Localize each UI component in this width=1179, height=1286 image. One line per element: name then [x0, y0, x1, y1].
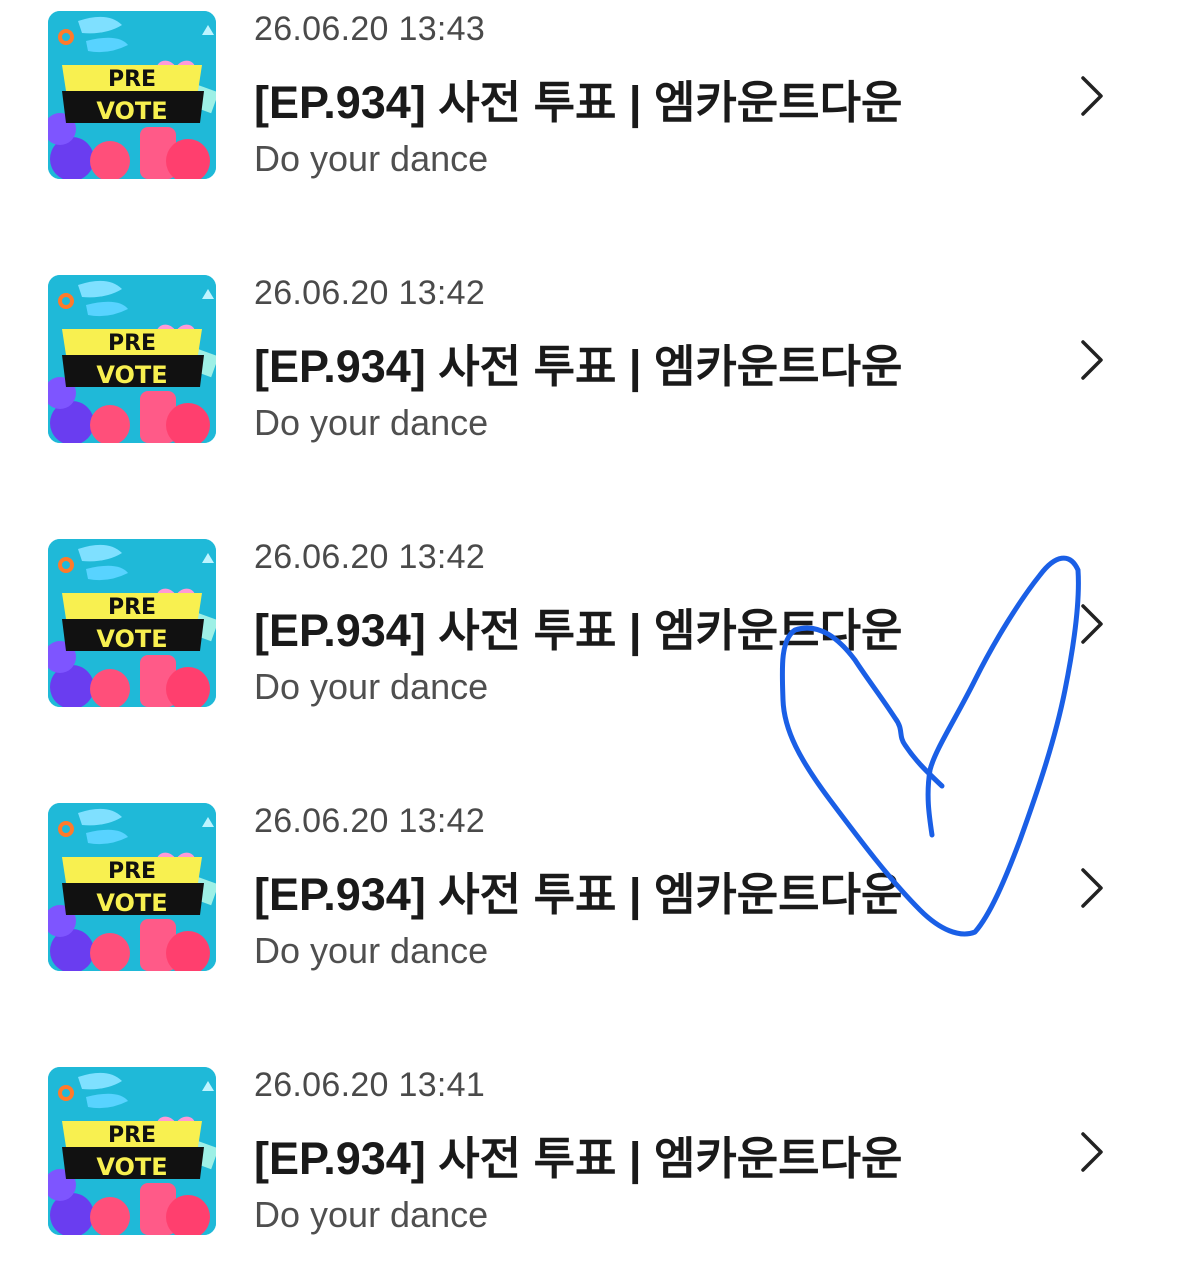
chevron-right-icon[interactable]: [1074, 600, 1108, 648]
pre-vote-thumbnail: PRE VOTE: [48, 275, 216, 443]
chevron-right-icon[interactable]: [1074, 72, 1108, 120]
item-subtitle: Do your dance: [254, 402, 489, 443]
thumbnail-line-vote: VOTE: [96, 1153, 168, 1181]
item-date: 26.06.20 13:42: [254, 802, 486, 840]
pre-vote-thumbnail: PRE VOTE: [48, 1067, 216, 1235]
item-subtitle: Do your dance: [254, 138, 489, 179]
thumbnail-line-vote: VOTE: [96, 625, 168, 653]
item-title: [EP.934] 사전 투표 | 엠카운트다운: [254, 341, 903, 392]
item-title: [EP.934] 사전 투표 | 엠카운트다운: [254, 605, 903, 656]
item-title: [EP.934] 사전 투표 | 엠카운트다운: [254, 77, 903, 128]
thumbnail-line-vote: VOTE: [96, 361, 168, 389]
thumbnail-line-pre: PRE: [107, 1123, 157, 1148]
chevron-right-icon[interactable]: [1074, 864, 1108, 912]
chevron-right-icon[interactable]: [1074, 336, 1108, 384]
item-subtitle: Do your dance: [254, 1194, 489, 1235]
item-date: 26.06.20 13:42: [254, 274, 486, 312]
item-date: 26.06.20 13:42: [254, 538, 486, 576]
chevron-right-icon[interactable]: [1074, 1128, 1108, 1176]
pre-vote-thumbnail: PRE VOTE: [48, 803, 216, 971]
list-item[interactable]: PRE VOTE 26.06.20 13:42 [EP.934] 사전 투표 |…: [0, 264, 1179, 484]
item-date: 26.06.20 13:43: [254, 10, 486, 48]
thumbnail-line-vote: VOTE: [96, 97, 168, 125]
item-title: [EP.934] 사전 투표 | 엠카운트다운: [254, 869, 903, 920]
item-date: 26.06.20 13:41: [254, 1066, 486, 1104]
thumbnail-line-pre: PRE: [107, 859, 157, 884]
item-subtitle: Do your dance: [254, 930, 489, 971]
list-item[interactable]: PRE VOTE 26.06.20 13:42 [EP.934] 사전 투표 |…: [0, 792, 1179, 1012]
list-item[interactable]: PRE VOTE 26.06.20 13:43 [EP.934] 사전 투표 |…: [0, 0, 1179, 220]
item-subtitle: Do your dance: [254, 666, 489, 707]
pre-vote-thumbnail: PRE VOTE: [48, 539, 216, 707]
thumbnail-line-pre: PRE: [107, 331, 157, 356]
item-title: [EP.934] 사전 투표 | 엠카운트다운: [254, 1133, 903, 1184]
list-item[interactable]: PRE VOTE 26.06.20 13:41 [EP.934] 사전 투표 |…: [0, 1056, 1179, 1276]
thumbnail-line-vote: VOTE: [96, 889, 168, 917]
thumbnail-line-pre: PRE: [107, 67, 157, 92]
thumbnail-line-pre: PRE: [107, 595, 157, 620]
list-item[interactable]: PRE VOTE 26.06.20 13:42 [EP.934] 사전 투표 |…: [0, 528, 1179, 748]
pre-vote-thumbnail: PRE VOTE: [48, 11, 216, 179]
